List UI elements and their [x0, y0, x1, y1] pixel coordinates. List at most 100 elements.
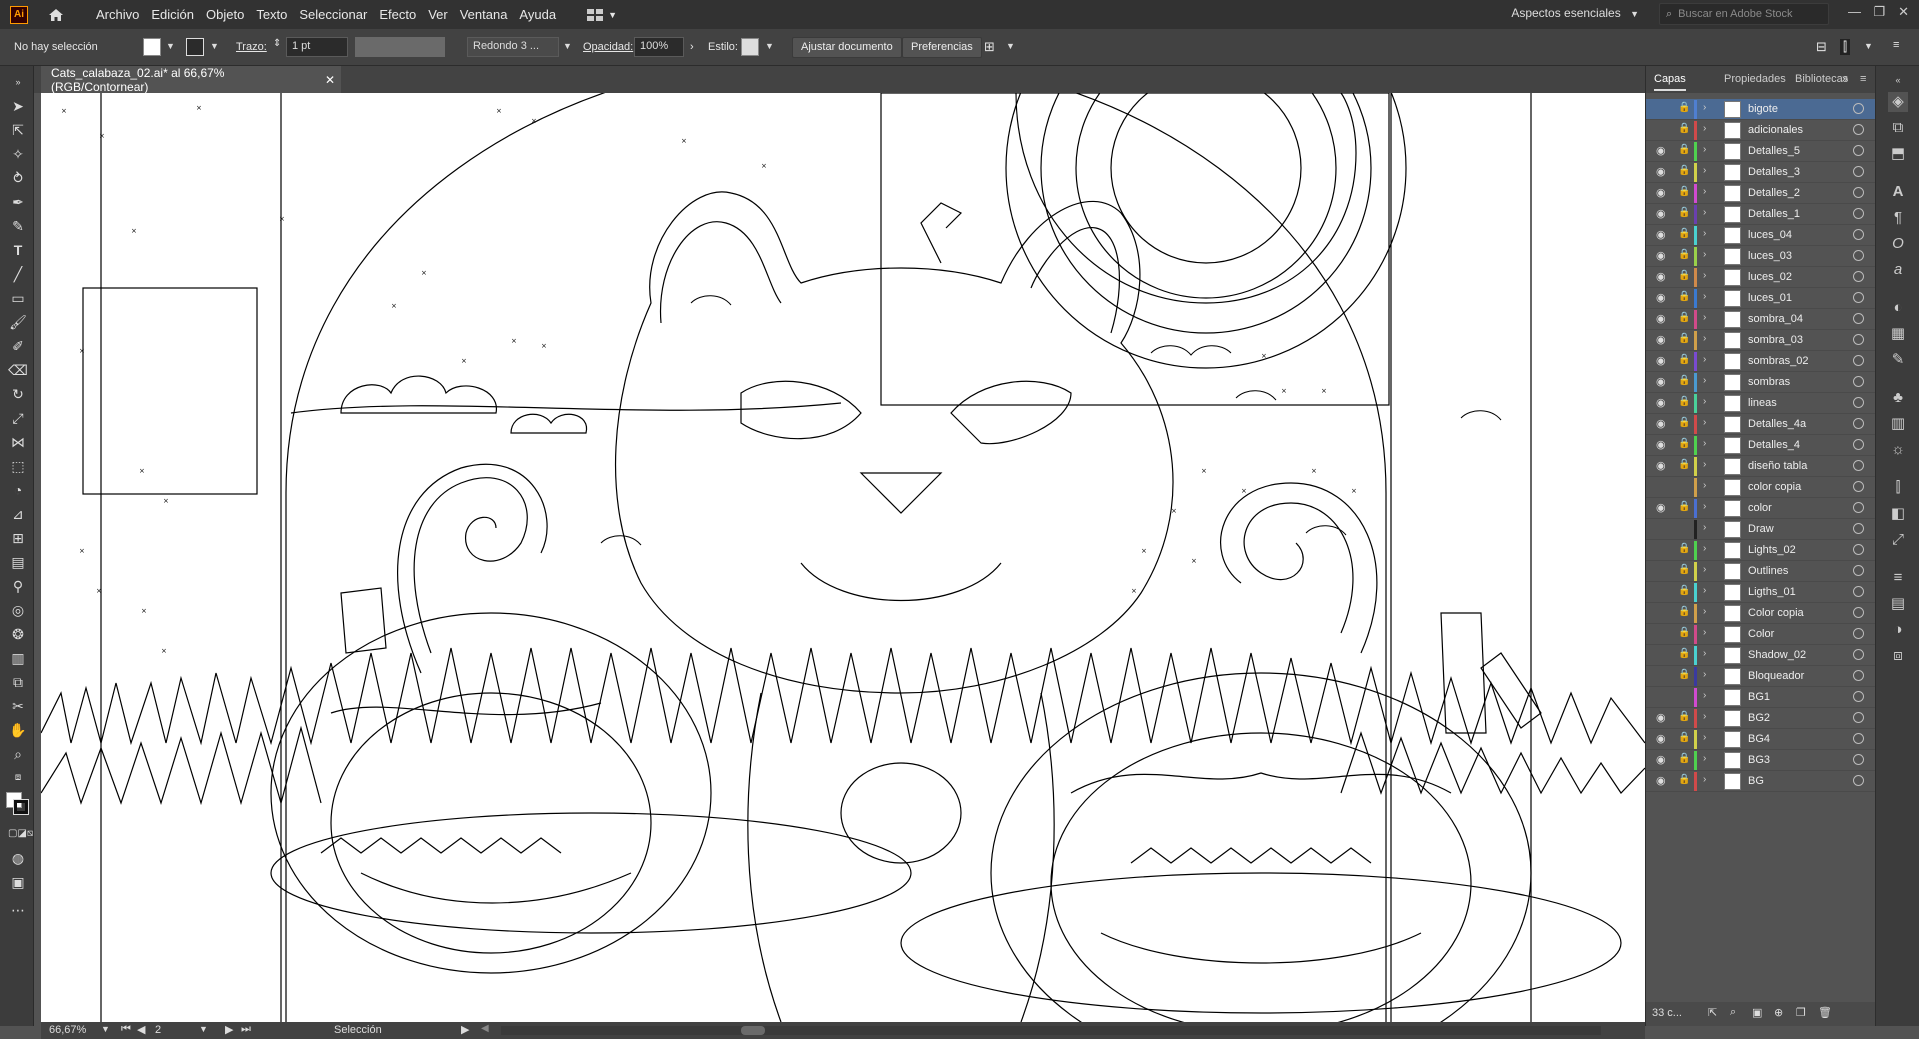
perspective-grid-tool-icon[interactable]: ⊿ — [8, 504, 28, 524]
tab-bibliotecas[interactable]: Bibliotecas — [1795, 73, 1848, 85]
target-circle-icon[interactable] — [1853, 691, 1864, 702]
layer-row[interactable]: ◉ 🔒 › Detalles_1 — [1646, 204, 1876, 225]
layer-row[interactable]: ◉ 🔒 › sombras_02 — [1646, 351, 1876, 372]
chevron-right-icon[interactable]: › — [1703, 312, 1706, 323]
menu-ver[interactable]: Ver — [428, 7, 448, 22]
lock-icon[interactable]: 🔒 — [1678, 396, 1690, 407]
chevron-down-icon[interactable]: ▼ — [1006, 41, 1015, 51]
layer-name[interactable]: luces_02 — [1748, 271, 1792, 283]
lock-icon[interactable]: 🔒 — [1678, 711, 1690, 722]
menu-efecto[interactable]: Efecto — [379, 7, 416, 22]
layer-name[interactable]: BG — [1748, 775, 1764, 787]
visibility-eye-icon[interactable]: ◉ — [1656, 312, 1666, 325]
tab-propiedades[interactable]: Propiedades — [1724, 73, 1786, 85]
shape-builder-tool-icon[interactable]: ◔ — [8, 480, 28, 500]
chevron-right-icon[interactable]: › — [1703, 753, 1706, 764]
transform-icon[interactable]: ⤢ — [1888, 530, 1908, 550]
eraser-tool-icon[interactable]: ⌫ — [8, 360, 28, 380]
chevron-right-icon[interactable]: › — [1703, 165, 1706, 176]
chevron-down-icon[interactable]: ▼ — [563, 41, 572, 51]
chevron-right-icon[interactable]: › — [1703, 396, 1706, 407]
lock-icon[interactable]: 🔒 — [1678, 774, 1690, 785]
stroke-weight-field[interactable]: 1 pt — [286, 37, 348, 57]
blend-tool-icon[interactable]: ◎ — [8, 600, 28, 620]
menu-ayuda[interactable]: Ayuda — [519, 7, 556, 22]
stroke-icon[interactable]: ≡ — [1888, 568, 1908, 588]
target-circle-icon[interactable] — [1853, 523, 1864, 534]
layer-row[interactable]: 🔒 › Outlines — [1646, 561, 1876, 582]
target-circle-icon[interactable] — [1853, 649, 1864, 660]
layer-name[interactable]: BG2 — [1748, 712, 1770, 724]
lock-icon[interactable]: 🔒 — [1678, 375, 1690, 386]
appearance-icon[interactable]: ☼ — [1888, 440, 1908, 460]
zoom-level[interactable]: 66,67% — [49, 1024, 86, 1036]
previous-artboard-icon[interactable]: ◀ — [137, 1023, 145, 1036]
layer-name[interactable]: diseño tabla — [1748, 460, 1807, 472]
layer-name[interactable]: Detalles_1 — [1748, 208, 1800, 220]
chevron-right-icon[interactable]: › — [1703, 690, 1706, 701]
chevron-down-icon[interactable]: ▼ — [101, 1024, 110, 1034]
restore-icon[interactable]: ❐ — [1873, 4, 1885, 20]
target-circle-icon[interactable] — [1853, 481, 1864, 492]
visibility-eye-icon[interactable]: ◉ — [1656, 207, 1666, 220]
layer-row[interactable]: ◉ 🔒 › BG4 — [1646, 729, 1876, 750]
trash-icon[interactable]: 🗑 — [1818, 1006, 1832, 1019]
zoom-tool-icon[interactable]: ⌕ — [8, 744, 28, 764]
lock-icon[interactable]: 🔒 — [1678, 102, 1690, 113]
new-sublayer-icon[interactable]: ⊕ — [1774, 1006, 1783, 1019]
layer-row[interactable]: 🔒 › Bloqueador — [1646, 666, 1876, 687]
links-icon[interactable]: ⧈ — [1888, 646, 1908, 666]
target-circle-icon[interactable] — [1853, 334, 1864, 345]
layer-row[interactable]: ◉ 🔒 › Detalles_4a — [1646, 414, 1876, 435]
layer-row[interactable]: ◉ 🔒 › luces_04 — [1646, 225, 1876, 246]
lock-icon[interactable]: 🔒 — [1678, 606, 1690, 617]
target-circle-icon[interactable] — [1853, 397, 1864, 408]
visibility-eye-icon[interactable]: ◉ — [1656, 333, 1666, 346]
free-transform-tool-icon[interactable]: ⬚ — [8, 456, 28, 476]
chevron-right-icon[interactable]: › — [1703, 543, 1706, 554]
tab-capas[interactable]: Capas — [1654, 73, 1686, 91]
chevron-right-icon[interactable]: › — [1703, 123, 1706, 134]
stock-search-input[interactable]: ⌕ Buscar en Adobe Stock — [1659, 3, 1829, 25]
last-artboard-icon[interactable]: ⏭ — [241, 1023, 251, 1036]
layer-name[interactable]: sombra_03 — [1748, 334, 1803, 346]
layer-name[interactable]: Color copia — [1748, 607, 1804, 619]
gradient-tool-icon[interactable]: ▤ — [8, 552, 28, 572]
more-tools-icon[interactable]: ⋯ — [8, 900, 28, 920]
layer-name[interactable]: color copia — [1748, 481, 1801, 493]
layer-row[interactable]: › color copia — [1646, 477, 1876, 498]
lock-icon[interactable]: 🔒 — [1678, 501, 1690, 512]
layer-name[interactable]: luces_01 — [1748, 292, 1792, 304]
layer-row[interactable]: › Draw — [1646, 519, 1876, 540]
chevron-right-icon[interactable]: › — [1703, 606, 1706, 617]
chevron-down-icon[interactable]: ▼ — [210, 41, 219, 51]
color-icon[interactable]: ◐ — [1888, 298, 1908, 318]
line-tool-icon[interactable]: ╱ — [8, 264, 28, 284]
chevron-down-icon[interactable]: ▼ — [1864, 41, 1873, 51]
layer-name[interactable]: Detalles_3 — [1748, 166, 1800, 178]
layer-name[interactable]: color — [1748, 502, 1772, 514]
layer-name[interactable]: Lights_02 — [1748, 544, 1796, 556]
lock-icon[interactable]: 🔒 — [1678, 564, 1690, 575]
direct-selection-tool-icon[interactable]: ⇱ — [8, 120, 28, 140]
layer-name[interactable]: Ligths_01 — [1748, 586, 1796, 598]
target-circle-icon[interactable] — [1853, 460, 1864, 471]
target-circle-icon[interactable] — [1853, 775, 1864, 786]
character-icon[interactable]: A — [1888, 182, 1908, 202]
chevron-right-icon[interactable]: › — [1703, 333, 1706, 344]
layer-name[interactable]: Detalles_4a — [1748, 418, 1806, 430]
brushes-icon[interactable]: ✎ — [1888, 350, 1908, 370]
graphic-style-swatch[interactable] — [741, 38, 759, 56]
layer-name[interactable]: BG1 — [1748, 691, 1770, 703]
scroll-left-icon[interactable]: ◀ — [481, 1023, 489, 1034]
chevron-down-icon[interactable]: ▼ — [166, 41, 175, 51]
target-circle-icon[interactable] — [1853, 628, 1864, 639]
opacity-field[interactable]: 100% — [634, 37, 684, 57]
menu-edicion[interactable]: Edición — [151, 7, 194, 22]
layer-name[interactable]: Bloqueador — [1748, 670, 1804, 682]
layer-name[interactable]: Color — [1748, 628, 1774, 640]
slice-tool-icon[interactable]: ✂ — [8, 696, 28, 716]
scale-tool-icon[interactable]: ⤢ — [8, 408, 28, 428]
layer-row[interactable]: ◉ 🔒 › lineas — [1646, 393, 1876, 414]
target-circle-icon[interactable] — [1853, 187, 1864, 198]
